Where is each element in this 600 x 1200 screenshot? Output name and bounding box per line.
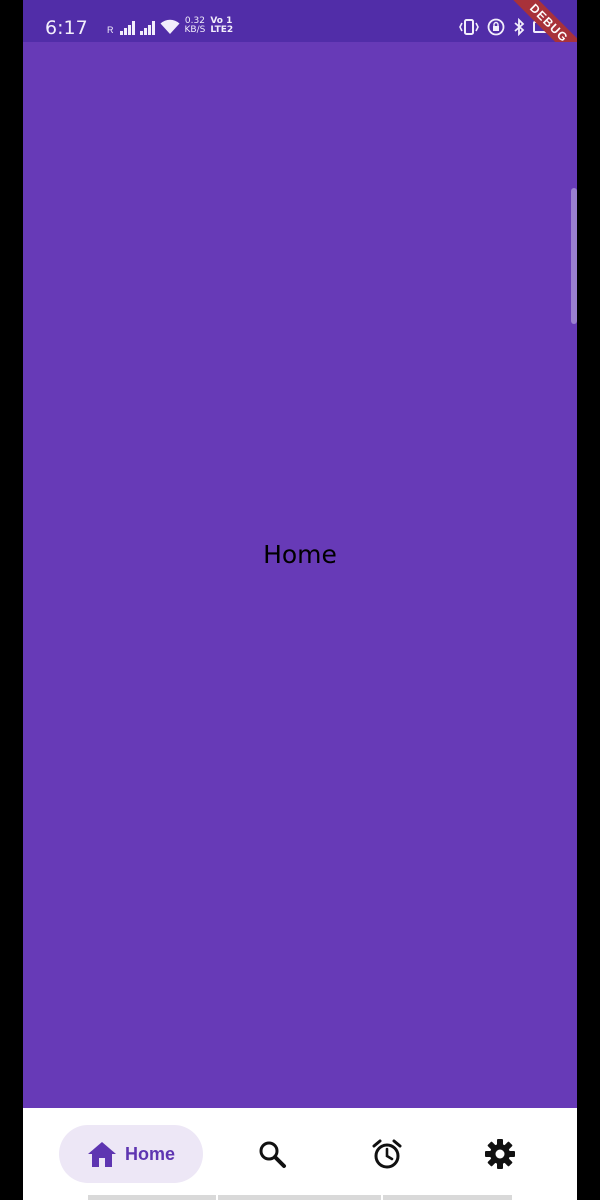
nav-item-search[interactable] <box>243 1125 301 1183</box>
home-icon <box>87 1142 116 1167</box>
signal-sim1-icon <box>119 21 135 35</box>
nav-item-alarm[interactable] <box>358 1125 416 1183</box>
scrollbar[interactable] <box>571 188 577 324</box>
lock-rotation-icon <box>487 18 505 36</box>
sim2-badge: 2 <box>226 25 234 35</box>
volte-indicator: Vo 1 LTE2 <box>210 17 233 35</box>
roaming-indicator: R <box>107 25 114 35</box>
gesture-bar-segment-2 <box>218 1195 381 1200</box>
status-left-icons: R 0.32 KB/S Vo 1 LTE2 <box>107 17 233 35</box>
gesture-bar-segment-1 <box>88 1195 216 1200</box>
vibrate-icon <box>459 19 479 35</box>
status-bar: 6:17 R 0.32 KB/S Vo 1 LTE2 DEBUG <box>23 0 577 72</box>
bottom-navigation-bar: Home <box>23 1108 577 1200</box>
network-speed-unit: KB/S <box>184 25 206 35</box>
alarm-icon <box>372 1139 402 1169</box>
network-speed: 0.32 KB/S <box>185 17 206 35</box>
status-time: 6:17 <box>45 17 88 39</box>
signal-sim2-icon <box>139 21 155 35</box>
gesture-bar-segment-3 <box>383 1195 512 1200</box>
settings-icon <box>485 1139 515 1169</box>
nav-item-home[interactable]: Home <box>59 1125 203 1183</box>
volte-bottom: LTE <box>210 25 227 35</box>
nav-label-home: Home <box>124 1143 175 1164</box>
wifi-icon <box>160 19 179 34</box>
app-screen: 6:17 R 0.32 KB/S Vo 1 LTE2 DEBUG Home Ho… <box>23 0 577 1200</box>
page-title: Home <box>263 540 337 569</box>
main-content: Home <box>23 42 577 1108</box>
bluetooth-icon <box>514 18 525 36</box>
search-icon <box>259 1141 286 1168</box>
nav-item-settings[interactable] <box>471 1125 529 1183</box>
